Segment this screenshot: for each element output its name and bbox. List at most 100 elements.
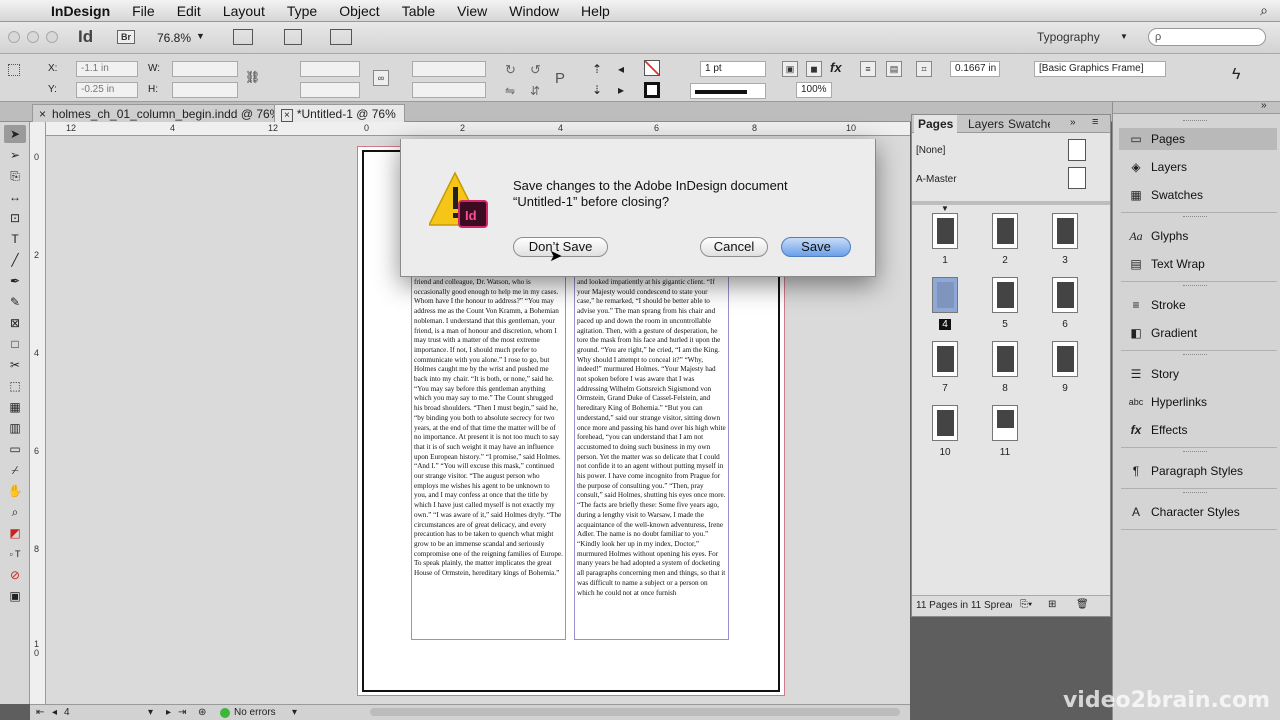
dock-item-gradient[interactable]: ◧ Gradient — [1119, 322, 1277, 344]
cancel-button[interactable]: Cancel — [700, 237, 768, 257]
rotate-ccw-icon[interactable]: ↺ — [530, 62, 541, 78]
tab-holmes-document[interactable]: × holmes_ch_01_column_begin.indd @ 76% — [32, 104, 290, 122]
rectangle-tool-icon[interactable]: □ — [4, 335, 26, 353]
help-search-input[interactable]: ρ — [1148, 28, 1266, 46]
fill-stroke-swatch-icon[interactable]: ◩ — [4, 524, 26, 542]
next-page-icon[interactable]: ▸ — [166, 707, 171, 718]
page-tool-icon[interactable]: ⎘ — [4, 167, 26, 185]
scissors-tool-icon[interactable]: ✂ — [4, 356, 26, 374]
delete-page-icon[interactable]: 🗑 — [1076, 599, 1089, 610]
page-thumb-3[interactable] — [1052, 213, 1078, 249]
spotlight-search-icon[interactable]: ⌕ — [1260, 2, 1268, 19]
page-thumb-1[interactable] — [932, 213, 958, 249]
lightning-icon[interactable]: ϟ — [1232, 66, 1240, 84]
dock-item-glyphs[interactable]: Aa Glyphs — [1119, 225, 1277, 247]
page-thumb-5[interactable] — [992, 277, 1018, 313]
dock-item-effects[interactable]: fx Effects — [1119, 419, 1277, 441]
apply-none-icon[interactable]: ⊘ — [4, 566, 26, 584]
flip-vertical-icon[interactable]: ⇵ — [530, 84, 540, 98]
window-controls[interactable] — [8, 31, 65, 46]
text-wrap-box-icon[interactable]: ▤ — [886, 61, 902, 77]
zoom-tool-icon[interactable]: ⌕ — [4, 503, 26, 521]
horizontal-scrollbar[interactable] — [370, 708, 900, 716]
dock-grip[interactable] — [1183, 216, 1207, 219]
selection-tool-icon[interactable]: ➤ — [4, 125, 26, 143]
page-thumb-6[interactable] — [1052, 277, 1078, 313]
dock-item-character-styles[interactable]: A Character Styles — [1119, 501, 1277, 523]
select-previous-icon[interactable]: ◂ — [618, 62, 624, 76]
scale-x-field[interactable] — [300, 61, 360, 77]
menu-object[interactable]: Object — [328, 3, 390, 19]
tab-swatches[interactable]: Swatches — [1004, 115, 1050, 133]
save-button[interactable]: Save — [781, 237, 851, 257]
rotation-field[interactable] — [412, 61, 486, 77]
rectangle-frame-tool-icon[interactable]: ⊠ — [4, 314, 26, 332]
text-frame-column-2[interactable]: and looked impatiently at his gigantic c… — [574, 276, 729, 640]
menu-table[interactable]: Table — [391, 3, 446, 19]
content-collector-icon[interactable]: ⊡ — [4, 209, 26, 227]
menu-view[interactable]: View — [446, 3, 498, 19]
tab-layers[interactable]: Layers — [964, 115, 1008, 133]
close-tab-icon[interactable]: × — [281, 109, 293, 122]
hand-tool-icon[interactable]: ✋ — [4, 482, 26, 500]
master-none-thumb[interactable] — [1068, 139, 1086, 161]
shear-field[interactable] — [412, 82, 486, 98]
master-none-label[interactable]: [None] — [916, 145, 945, 156]
gradient-swatch-tool-icon[interactable]: ▦ — [4, 398, 26, 416]
workspace-dropdown-icon[interactable]: ▼ — [1120, 32, 1128, 41]
panel-collapse-icon[interactable]: » — [1070, 117, 1076, 128]
select-content-icon[interactable]: ⇣ — [592, 83, 602, 97]
select-next-icon[interactable]: ▸ — [618, 83, 624, 97]
dock-item-pages[interactable]: ▭ Pages — [1119, 128, 1277, 150]
bridge-button[interactable]: Br — [117, 30, 136, 44]
h-field[interactable] — [172, 82, 238, 98]
dock-item-story[interactable]: ☰ Story — [1119, 363, 1277, 385]
new-page-icon[interactable]: ⊞ — [1048, 599, 1056, 610]
menu-type[interactable]: Type — [276, 3, 328, 19]
gap-tool-icon[interactable]: ↔ — [4, 188, 26, 206]
page-thumb-2[interactable] — [992, 213, 1018, 249]
menu-help[interactable]: Help — [570, 3, 621, 19]
preflight-dropdown-icon[interactable]: ▾ — [292, 707, 297, 718]
menu-layout[interactable]: Layout — [212, 3, 276, 19]
menu-edit[interactable]: Edit — [166, 3, 212, 19]
page-size-icon[interactable]: ⎘▾ — [1020, 599, 1032, 610]
dock-grip[interactable] — [1183, 354, 1207, 357]
w-field[interactable] — [172, 61, 238, 77]
dock-item-stroke[interactable]: ≡ Stroke — [1119, 294, 1277, 316]
workspace-switcher[interactable]: Typography — [1037, 30, 1100, 44]
dock-grip[interactable] — [1183, 492, 1207, 495]
scale-y-field[interactable] — [300, 82, 360, 98]
dock-grip[interactable] — [1183, 120, 1207, 123]
drop-shadow-icon[interactable]: ▣ — [782, 61, 798, 77]
view-options-icon[interactable] — [233, 29, 253, 45]
previous-page-icon[interactable]: ◂ — [52, 707, 57, 718]
text-wrap-none-icon[interactable]: ≡ — [860, 61, 876, 77]
screen-mode-icon[interactable]: ▣ — [4, 587, 26, 605]
panel-menu-icon[interactable]: ≡ — [1092, 116, 1098, 128]
type-tool-icon[interactable]: T — [4, 230, 26, 248]
direct-selection-tool-icon[interactable]: ➢ — [4, 146, 26, 164]
tab-untitled-1[interactable]: × *Untitled-1 @ 76% — [274, 104, 405, 122]
dock-grip[interactable] — [1183, 285, 1207, 288]
page-number-field[interactable]: 4 — [64, 707, 70, 718]
object-style-dropdown[interactable]: [Basic Graphics Frame] — [1034, 61, 1166, 77]
dock-item-swatches[interactable]: ▦ Swatches — [1119, 184, 1277, 206]
menu-file[interactable]: File — [121, 3, 166, 19]
stroke-type-dropdown[interactable] — [690, 83, 766, 99]
menu-window[interactable]: Window — [498, 3, 570, 19]
zoom-dropdown-icon[interactable]: ▼ — [196, 31, 205, 41]
constrain-proportions-icon[interactable]: ⛓ — [245, 70, 260, 84]
line-tool-icon[interactable]: ╱ — [4, 251, 26, 269]
page-thumb-10[interactable] — [932, 405, 958, 441]
tab-pages[interactable]: Pages — [914, 115, 958, 133]
menu-app[interactable]: InDesign — [40, 3, 121, 19]
screen-mode-icon[interactable] — [284, 29, 302, 45]
y-field[interactable]: -0.25 in — [76, 82, 138, 98]
last-page-icon[interactable]: ⇥ — [178, 707, 186, 718]
select-container-icon[interactable]: ⇡ — [592, 62, 602, 76]
close-tab-icon[interactable]: × — [39, 107, 46, 121]
stroke-weight-field[interactable]: 1 pt — [700, 61, 766, 77]
fx-icon[interactable]: fx — [830, 60, 842, 75]
flip-p-icon[interactable]: P — [555, 70, 565, 87]
